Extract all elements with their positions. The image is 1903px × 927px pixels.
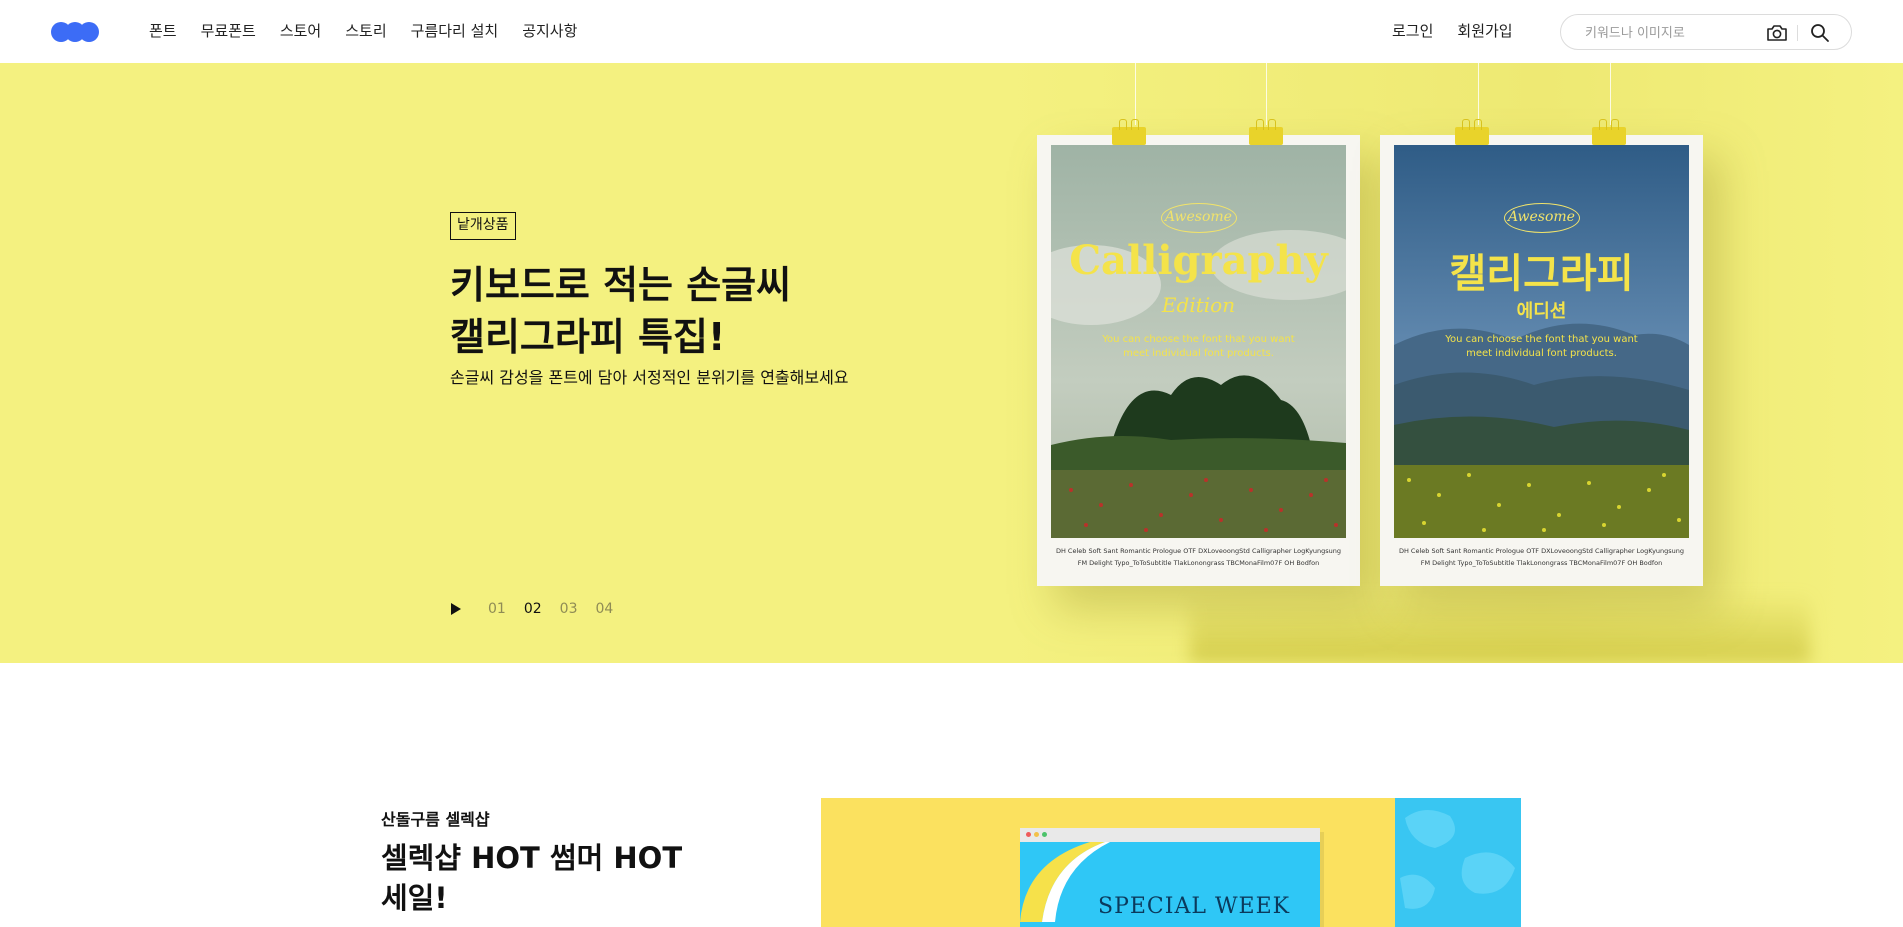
nav-store[interactable]: 스토어 <box>280 20 321 42</box>
poster-edition: Edition <box>1161 293 1236 317</box>
site-header: 폰트 무료폰트 스토어 스토리 구름다리 설치 공지사항 로그인 회원가입 <box>0 0 1903 63</box>
search-divider <box>1797 25 1798 41</box>
binder-clip-icon <box>1112 119 1146 145</box>
promo-banner[interactable]: SPECIAL WEEK <box>821 798 1521 927</box>
slide-01[interactable]: 01 <box>488 601 506 617</box>
poster-font-list: DH Celeb Soft Sant Romantic Prologue OTF… <box>1398 547 1685 567</box>
play-icon[interactable] <box>450 602 462 616</box>
slide-04[interactable]: 04 <box>595 601 613 617</box>
poster-tagline: You can choose the font that you want me… <box>1102 334 1295 359</box>
browser-mockup: SPECIAL WEEK <box>1020 828 1320 927</box>
poster-photo: Awesome Calligraphy Edition You can choo… <box>1051 145 1346 538</box>
search-icon[interactable] <box>1809 22 1831 44</box>
search-box <box>1560 14 1852 50</box>
nav-fonts[interactable]: 폰트 <box>149 20 177 42</box>
poster-calligraphy-korean: Awesome 캘리그라피 에디션 You can choose the fon… <box>1380 135 1703 586</box>
nav-install[interactable]: 구름다리 설치 <box>411 20 499 42</box>
section-label: 산돌구름 셀렉샵 <box>381 810 490 829</box>
binder-clip-icon <box>1249 119 1283 145</box>
binder-clip-icon <box>1592 119 1626 145</box>
main-nav: 폰트 무료폰트 스토어 스토리 구름다리 설치 공지사항 <box>149 20 601 42</box>
hero-banner[interactable]: 낱개상품 키보드로 적는 손글씨 캘리그라피 특집! 손글씨 감성을 폰트에 담… <box>0 63 1903 663</box>
nav-free-fonts[interactable]: 무료폰트 <box>201 20 256 42</box>
logo[interactable] <box>51 22 99 42</box>
slide-03[interactable]: 03 <box>560 601 578 617</box>
signup-link[interactable]: 회원가입 <box>1457 20 1512 42</box>
poster-title: 캘리그라피 <box>1449 251 1634 297</box>
poster-calligraphy: Awesome Calligraphy Edition You can choo… <box>1037 135 1360 586</box>
poster-tagline: You can choose the font that you want me… <box>1445 334 1638 359</box>
product-badge: 낱개상품 <box>450 212 516 240</box>
hero-subtitle: 손글씨 감성을 폰트에 담아 서정적인 분위기를 연출해보세요 <box>450 368 849 387</box>
pool-image <box>1395 798 1521 927</box>
camera-icon[interactable] <box>1766 23 1788 43</box>
promo-text: SPECIAL WEEK <box>1098 894 1291 919</box>
search-input[interactable] <box>1585 23 1755 43</box>
poster-photo: Awesome 캘리그라피 에디션 You can choose the fon… <box>1394 145 1689 538</box>
poster-title: Calligraphy <box>1069 237 1328 284</box>
poster-edition: 에디션 <box>1516 301 1567 322</box>
poster-oval-label: Awesome <box>1160 203 1237 233</box>
slider-pager: 01 02 03 04 <box>450 601 631 617</box>
auth-links: 로그인 회원가입 <box>1392 20 1537 42</box>
hero-title: 키보드로 적는 손글씨 캘리그라피 특집! <box>450 263 792 359</box>
binder-clip-icon <box>1455 119 1489 145</box>
nav-notice[interactable]: 공지사항 <box>522 20 577 42</box>
nav-story[interactable]: 스토리 <box>345 20 386 42</box>
poster-oval-label: Awesome <box>1503 203 1580 233</box>
slide-02[interactable]: 02 <box>524 601 542 617</box>
poster-font-list: DH Celeb Soft Sant Romantic Prologue OTF… <box>1055 547 1342 567</box>
section-title: 셀렉샵 HOT 썸머 HOT 세일! <box>381 841 683 915</box>
login-link[interactable]: 로그인 <box>1392 20 1433 42</box>
